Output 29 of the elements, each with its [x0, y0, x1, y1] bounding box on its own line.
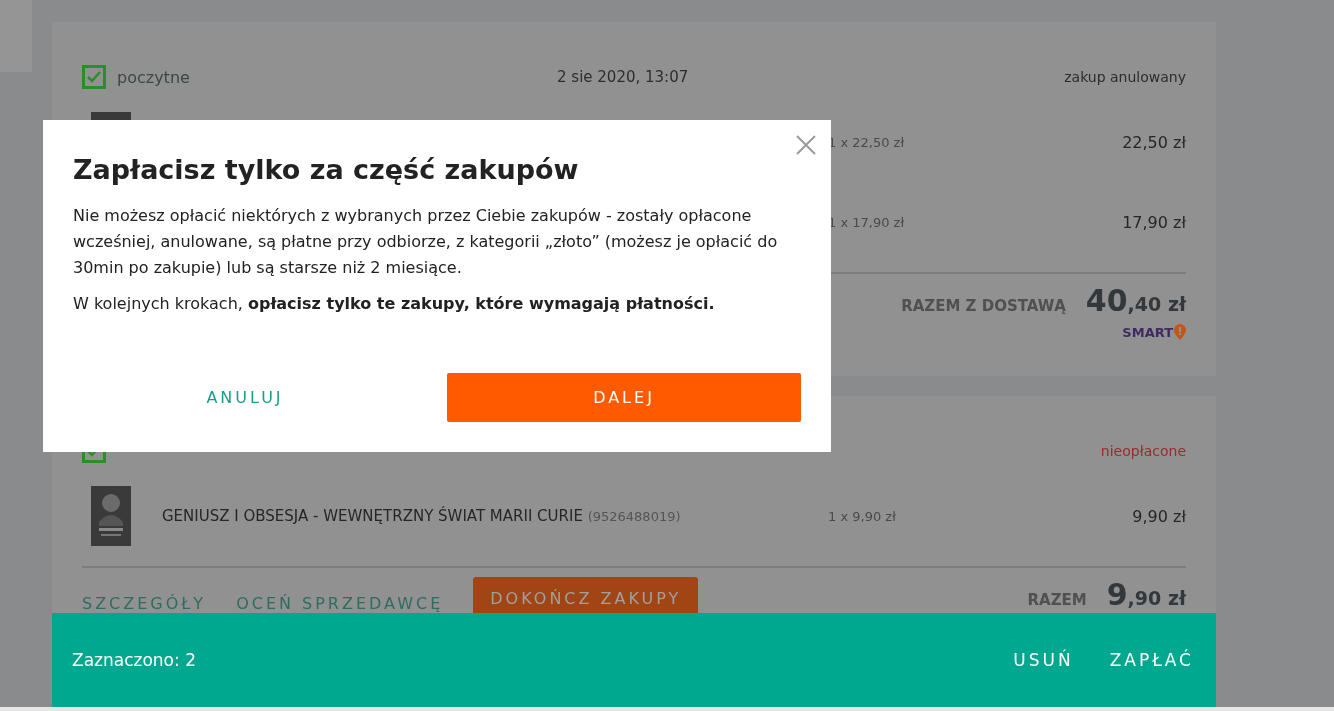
- dialog-text: W kolejnych krokach, opłacisz tylko te zakupy, które wymagają płatności.: [73, 293, 716, 315]
- action-link[interactable]: SZCZEGÓŁY: [82, 590, 207, 616]
- cancel-button[interactable]: ANULUJ: [73, 373, 417, 422]
- bar-action-button[interactable]: ZAPŁAĆ: [1103, 640, 1200, 680]
- smart-badge: SMART: [1122, 324, 1186, 340]
- product-code: (9526488019): [587, 509, 681, 524]
- bar-action-button[interactable]: USUŃ: [1007, 640, 1080, 680]
- item-price: 22,50 zł: [1122, 132, 1186, 152]
- seller-name: poczytne: [117, 67, 190, 87]
- action-link[interactable]: OCEŃ SPRZEDAWCĘ: [236, 590, 444, 616]
- total-label: RAZEM Z DOSTAWĄ: [901, 297, 1066, 315]
- total-price: 40,40 zł: [1085, 283, 1186, 318]
- dialog-text: Nie możesz opłacić niektórych z wybranych przez Ciebie zakupów - zostały opłacone wcześniej, anulowane, są płatne przy odbiorze, z kategorii „złoto” (możesz je opłacić do 30min po zakupie) lub są starsze niż 2 miesiące.: [73, 205, 779, 279]
- dialog-title: Zapłacisz tylko za część zakupów: [73, 154, 580, 185]
- order-date: 2 sie 2020, 13:07: [557, 68, 689, 86]
- total-label: RAZEM: [1027, 591, 1087, 609]
- order-status: nieopłacone: [1100, 443, 1186, 459]
- item-price: 17,90 zł: [1122, 212, 1186, 232]
- checkbox[interactable]: [82, 65, 106, 89]
- order-status: zakup anulowany: [1064, 69, 1186, 85]
- selection-count: Zaznaczono: 2: [72, 650, 196, 670]
- next-button[interactable]: DALEJ: [447, 373, 801, 422]
- product-title: GENIUSZ I OBSESJA - WEWNĘTRZNY ŚWIAT MARII CURIE: [162, 507, 584, 525]
- total-price: 9,90 zł: [1106, 577, 1186, 612]
- unit-price: 1 x 9,90 zł: [828, 508, 897, 524]
- close-icon[interactable]: [795, 134, 817, 156]
- item-price: 9,90 zł: [1132, 506, 1186, 526]
- checkmark-icon: [86, 70, 102, 84]
- finish-purchase-button[interactable]: DOKOŃCZ ZAKUPY: [473, 577, 699, 616]
